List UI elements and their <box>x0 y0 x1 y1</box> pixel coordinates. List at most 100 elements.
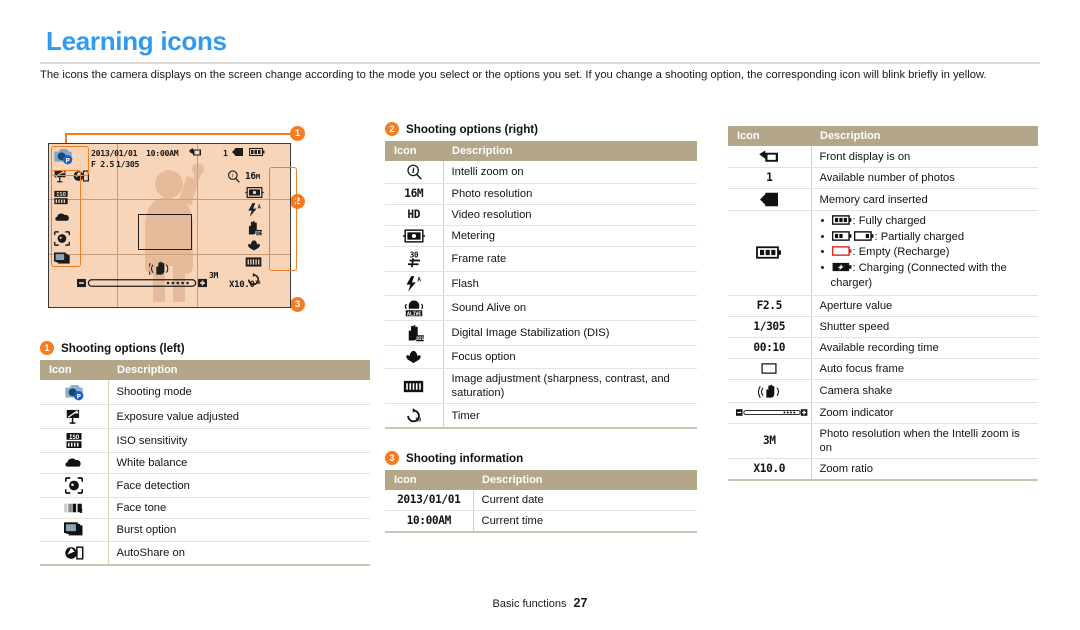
table-row: ISO ISO sensitivity <box>40 428 370 453</box>
left-column: 1 2 3 2013/01/01 10:00AM F 2.5 1/305 1 P… <box>40 126 370 566</box>
row-description: Video resolution <box>443 204 697 226</box>
row-description: Photo resolution <box>443 183 697 205</box>
current-time-text: 10:00AM <box>385 510 474 533</box>
table-row: P Shooting mode <box>40 380 370 405</box>
svg-text:ISO: ISO <box>69 434 80 441</box>
flash-auto-icon: A <box>248 203 262 217</box>
battery-partial-text: : Partially charged <box>874 230 965 243</box>
callout-badge-3: 3 <box>290 297 305 312</box>
timer-icon: 10 <box>385 403 444 429</box>
svg-text:i: i <box>412 166 415 175</box>
table-row: F2.5 Aperture value <box>728 295 1038 317</box>
section-number-3: 3 <box>385 451 399 465</box>
photo-resolution-icon: 16M <box>385 183 444 205</box>
row-description: Timer <box>443 403 697 429</box>
table-row: AutoShare on <box>40 541 370 566</box>
zoom-ratio-text: X10.0 <box>728 458 812 481</box>
memory-card-icon <box>728 188 812 211</box>
page-title: Learning icons <box>46 26 227 56</box>
osd-aperture: F 2.5 <box>91 159 115 169</box>
auto-focus-frame-icon <box>728 358 812 380</box>
table-row: HD Video resolution <box>385 204 697 226</box>
battery-state-list: : Fully charged : Partially charged : Em… <box>820 214 1031 292</box>
table-row: White balance <box>40 452 370 474</box>
aperture-text: F2.5 <box>728 295 812 317</box>
shooting-information-section: 3 Shooting information Icon Description … <box>385 451 697 533</box>
osd-photos-remaining: 1 <box>223 148 228 158</box>
metering-icon <box>245 187 264 198</box>
battery-empty-text: : Empty (Recharge) <box>852 246 950 258</box>
photos-remaining-text: 1 <box>728 167 812 189</box>
table-row: Face detection <box>40 473 370 498</box>
front-display-icon <box>728 146 812 168</box>
svg-text:10: 10 <box>255 280 261 286</box>
row-description: Frame rate <box>443 246 697 272</box>
manual-page: Learning icons The icons the camera disp… <box>0 0 1080 630</box>
svg-text:A: A <box>417 277 421 284</box>
row-description: Front display is on <box>811 146 1038 168</box>
dis-icon: DIS <box>248 221 262 236</box>
row-description: Current date <box>473 490 697 511</box>
osd-date: 2013/01/01 <box>91 148 138 158</box>
row-description: AutoShare on <box>108 541 370 566</box>
focus-option-icon <box>248 240 260 251</box>
table-row: X10.0 Zoom ratio <box>728 458 1038 481</box>
table-row: Image adjustment (sharpness, contrast, a… <box>385 368 697 404</box>
memory-card-icon <box>232 148 243 156</box>
footer-page-number: 27 <box>573 596 588 610</box>
shutter-speed-text: 1/305 <box>728 316 812 338</box>
column-header-icon: Icon <box>385 470 473 490</box>
table-header-row: Icon Description <box>728 126 1038 146</box>
table-row: Exposure value adjusted <box>40 404 370 429</box>
row-description: Digital Image Stabilization (DIS) <box>443 320 697 346</box>
row-description: Camera shake <box>811 379 1038 403</box>
shooting-mode-icon: P <box>40 380 109 405</box>
burst-option-icon <box>40 518 109 542</box>
photo-resolution-glyph: 16M <box>404 187 424 200</box>
svg-text:DIS: DIS <box>416 336 424 342</box>
section-label-1: Shooting options (left) <box>61 341 185 355</box>
row-description: Burst option <box>108 518 370 542</box>
section-label-2: Shooting options (right) <box>406 122 539 136</box>
title-divider <box>40 62 1040 64</box>
section-label-3: Shooting information <box>406 451 524 465</box>
svg-text:ALIVE: ALIVE <box>407 312 421 318</box>
battery-empty-icon <box>831 246 851 256</box>
flash-icon: A <box>385 271 444 296</box>
battery-full-icon <box>831 215 851 225</box>
image-adjustment-icon <box>385 368 444 404</box>
row-description: Intelli zoom on <box>443 161 697 184</box>
battery-charging-text: : Charging (Connected with the charger) <box>830 261 1007 290</box>
row-description: Flash <box>443 271 697 296</box>
frame-rate-icon: 30 <box>385 246 444 272</box>
current-date-text: 2013/01/01 <box>385 490 474 511</box>
shooting-options-right-heading: 2 Shooting options (right) <box>385 122 697 136</box>
table-row: ALIVE Sound Alive on <box>385 295 697 321</box>
table-row: 1/305 Shutter speed <box>728 316 1038 338</box>
row-description: Zoom ratio <box>811 458 1038 481</box>
osd-zoom-ratio: X10.0 <box>229 280 255 290</box>
battery-states-cell: : Fully charged : Partially charged : Em… <box>811 210 1038 296</box>
list-item: : Partially charged <box>820 230 1031 246</box>
column-header-description: Description <box>473 470 697 490</box>
zoom-indicator-icon <box>728 402 812 424</box>
battery-icon <box>728 210 812 296</box>
table-row: 10:00AM Current time <box>385 510 697 533</box>
battery-full-text: : Fully charged <box>852 215 926 227</box>
row-description: Focus option <box>443 345 697 369</box>
dis-icon: DIS <box>385 320 444 346</box>
shooting-options-left-table: Icon Description P Shooting mode Exposur… <box>40 360 370 566</box>
page-footer: Basic functions 27 <box>0 596 1080 610</box>
row-description: Available number of photos <box>811 167 1038 189</box>
column-header-icon: Icon <box>728 126 811 146</box>
face-detection-icon <box>40 473 109 498</box>
recording-time-text: 00:10 <box>728 337 812 359</box>
table-header-row: Icon Description <box>40 360 370 380</box>
table-row: Camera shake <box>728 379 1038 403</box>
table-row: Metering <box>385 225 697 247</box>
shooting-information-table: Icon Description 2013/01/01 Current date… <box>385 470 697 533</box>
table-row: 00:10 Available recording time <box>728 337 1038 359</box>
list-item: : Charging (Connected with the charger) <box>820 261 1031 292</box>
svg-text:30: 30 <box>410 251 419 260</box>
row-description: White balance <box>108 452 370 474</box>
